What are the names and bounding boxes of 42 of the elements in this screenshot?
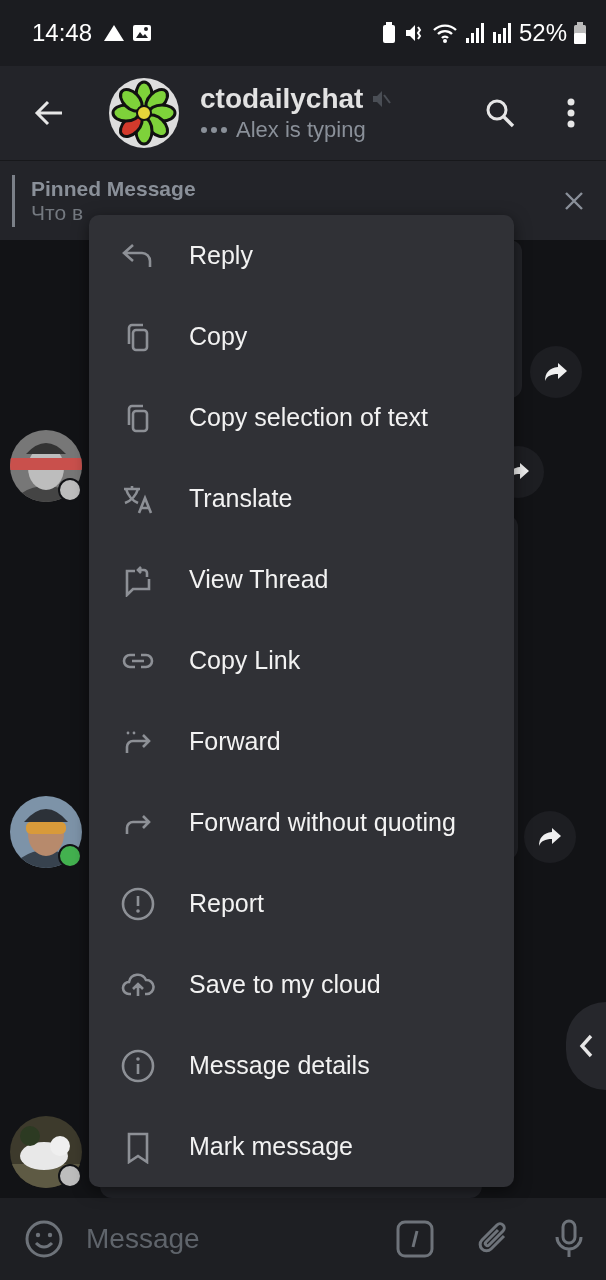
menu-item[interactable]: Translate [89,458,514,539]
menu-item[interactable]: Copy [89,296,514,377]
signal-icon [464,22,485,44]
search-icon[interactable] [484,97,516,129]
more-icon[interactable] [566,98,576,128]
menu-item[interactable]: Copy Link [89,620,514,701]
menu-item[interactable]: Forward [89,701,514,782]
menu-item[interactable]: Message details [89,1025,514,1106]
share-button[interactable] [524,811,576,863]
share-arrow-icon [537,826,563,848]
chat-title: ctodailychat [200,83,364,115]
microphone-icon[interactable] [554,1219,584,1259]
menu-item[interactable]: Reply [89,215,514,296]
battery-saver-icon [381,22,396,44]
share-arrow-icon [543,361,569,383]
emoji-icon[interactable] [24,1219,64,1259]
battery-icon [574,22,586,44]
menu-item[interactable]: Forward without quoting [89,782,514,863]
share-button[interactable] [530,346,582,398]
pinned-label[interactable]: Pinned Message [31,176,196,201]
menu-item[interactable]: Copy selection of text [89,377,514,458]
message-field[interactable]: Message [82,1223,378,1255]
status-time: 14:48 [32,19,93,47]
typing-status: Alex is typing [236,117,366,143]
menu-item[interactable]: View Thread [89,539,514,620]
typing-dots-icon [200,126,228,134]
info-icon [121,1048,155,1083]
exclamation-icon [121,886,155,921]
menu-item[interactable]: Save to my cloud [89,944,514,1025]
chevron-left-icon [578,1033,594,1059]
pinned-text[interactable]: Что в [31,200,84,225]
signal-icon [491,22,512,44]
battery-percent: 52% [518,19,567,47]
close-icon[interactable] [564,190,584,211]
menu-item[interactable]: Report [89,863,514,944]
flower-avatar-icon [108,77,180,149]
image-icon [132,24,153,42]
wifi-icon [431,22,458,44]
back-arrow-icon[interactable] [34,100,64,126]
menu-item[interactable]: Mark message [89,1106,514,1187]
triangle-icon [103,24,126,42]
slash-command-icon[interactable] [396,1220,434,1258]
